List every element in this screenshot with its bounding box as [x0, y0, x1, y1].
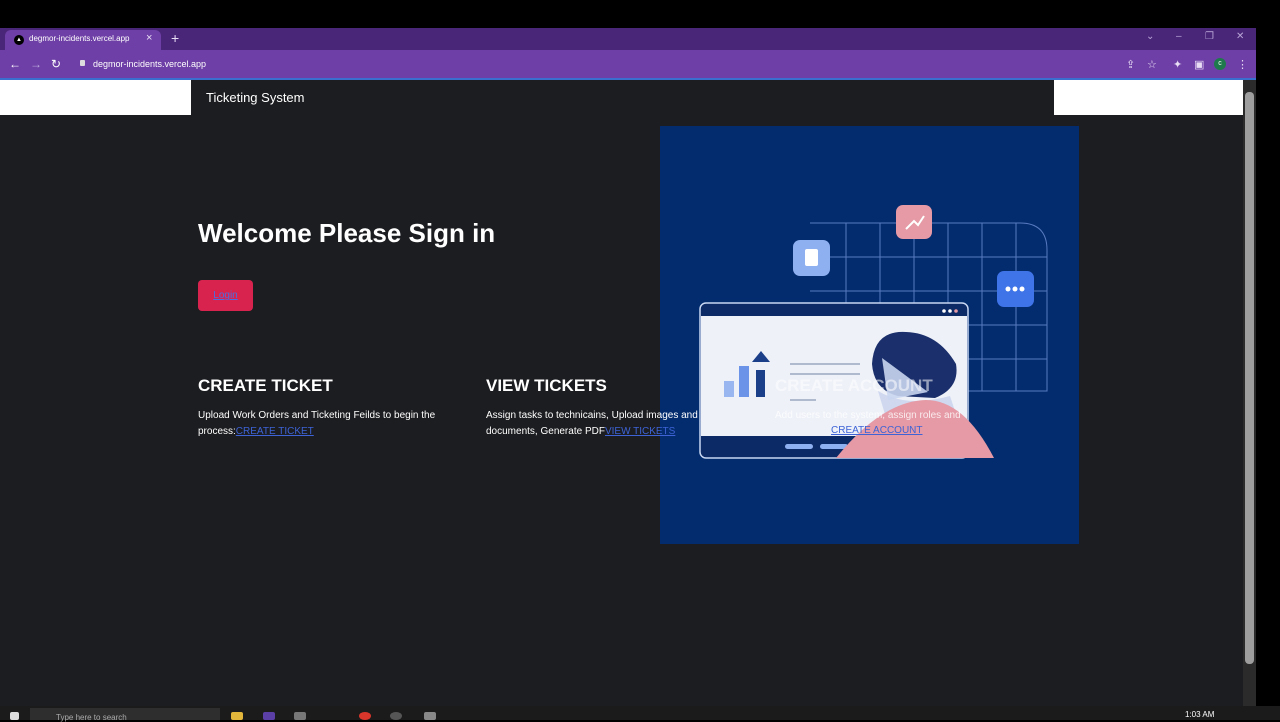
view-tickets-description: Assign tasks to technicains, Upload imag…: [486, 408, 746, 440]
navbar-right-gap: [1054, 80, 1243, 115]
view-tickets-text-2: documents, Generate PDF: [486, 426, 605, 437]
app-icon[interactable]: [390, 712, 402, 720]
chrome-icon[interactable]: [359, 712, 371, 720]
brand-title[interactable]: Ticketing System: [206, 90, 305, 105]
create-ticket-description: Upload Work Orders and Ticketing Feilds …: [198, 408, 468, 440]
app-icon[interactable]: [294, 712, 306, 720]
back-icon[interactable]: ←: [9, 57, 21, 71]
create-ticket-text-1: Upload Work Orders and Ticketing Feilds …: [198, 410, 436, 421]
scrollbar-thumb[interactable]: [1245, 92, 1254, 664]
create-ticket-text-2: process:: [198, 426, 236, 437]
start-icon[interactable]: [10, 712, 19, 720]
welcome-heading: Welcome Please Sign in: [198, 218, 496, 248]
minimize-icon[interactable]: –: [1176, 31, 1182, 42]
forward-icon[interactable]: →: [30, 57, 42, 71]
lock-icon[interactable]: [80, 60, 85, 66]
reload-icon[interactable]: ↻: [51, 57, 61, 71]
tab-title: degmor-incidents.vercel.app: [29, 34, 130, 43]
app-icon[interactable]: [424, 712, 436, 720]
create-account-text: Add users to the system, assign roles an…: [775, 410, 961, 421]
hero-illustration: [660, 126, 1079, 544]
view-tickets-text-1: Assign tasks to technicains, Upload imag…: [486, 410, 698, 421]
url-field[interactable]: degmor-incidents.vercel.app: [93, 59, 206, 69]
view-tickets-heading: VIEW TICKETS: [486, 376, 607, 395]
close-window-icon[interactable]: ✕: [1236, 31, 1244, 42]
tab-strip: [0, 28, 1256, 50]
taskbar-search-placeholder: Type here to search: [56, 713, 127, 722]
side-panel-icon[interactable]: ▣: [1194, 58, 1204, 71]
illustration-graphic: [699, 205, 1048, 459]
web-page: Ticketing System Welcome Please Sign in …: [0, 80, 1243, 706]
create-account-heading: CREATE ACCOUNT: [775, 376, 933, 395]
create-account-link[interactable]: CREATE ACCOUNT: [831, 425, 923, 436]
profile-avatar[interactable]: c: [1214, 58, 1226, 70]
login-button[interactable]: Login: [198, 280, 253, 311]
bookmark-star-icon[interactable]: ☆: [1147, 58, 1157, 71]
taskbar-clock[interactable]: 1:03 AM: [1185, 710, 1214, 719]
file-explorer-icon[interactable]: [231, 712, 243, 720]
navbar-left-gap: [0, 80, 191, 115]
app-icon[interactable]: [263, 712, 275, 720]
create-ticket-heading: CREATE TICKET: [198, 376, 333, 395]
tab-close-icon[interactable]: ×: [146, 32, 152, 44]
favicon-icon: ▲: [14, 35, 24, 45]
menu-icon[interactable]: ⋮: [1237, 58, 1248, 71]
restore-icon[interactable]: ❐: [1205, 31, 1214, 42]
tab-search-icon[interactable]: ⌄: [1146, 31, 1154, 42]
new-tab-button[interactable]: +: [171, 30, 179, 46]
view-tickets-link[interactable]: VIEW TICKETS: [605, 426, 675, 437]
share-icon[interactable]: ⇪: [1126, 58, 1135, 71]
extensions-icon[interactable]: ✦: [1173, 58, 1182, 71]
create-ticket-link[interactable]: CREATE TICKET: [236, 426, 314, 437]
navbar: [191, 80, 1054, 115]
